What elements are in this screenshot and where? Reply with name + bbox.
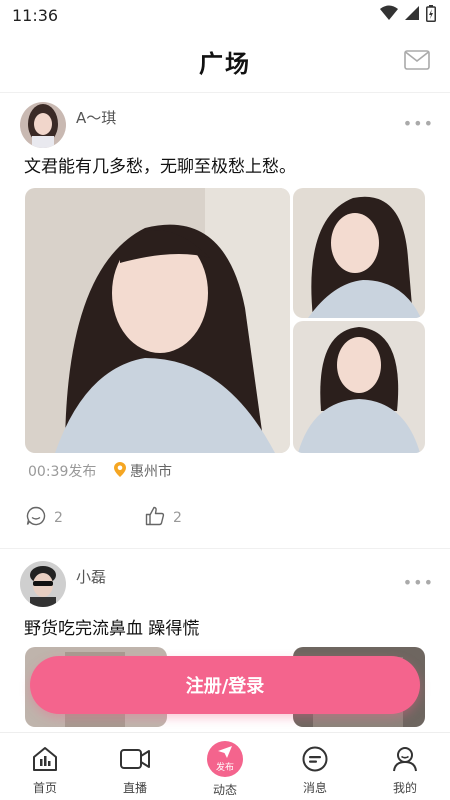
video-camera-icon (118, 743, 152, 775)
nav-label: 首页 (32, 781, 57, 795)
wifi-icon (380, 5, 398, 25)
comment-button[interactable]: 2 (26, 506, 63, 530)
post-image-bottom-right[interactable] (293, 321, 425, 453)
comment-count: 2 (54, 510, 63, 526)
like-button[interactable]: 2 (145, 506, 182, 530)
nav-label: 消息 (302, 781, 327, 795)
register-login-button[interactable]: 注册/登录 (30, 656, 420, 714)
header: 广场 (0, 30, 450, 92)
nav-item-messages[interactable]: 消息 (270, 733, 360, 800)
like-count: 2 (173, 510, 182, 526)
comment-icon (26, 506, 46, 530)
bottom-nav: 首页 直播 发布 动态 消息 我的 (0, 732, 450, 800)
home-icon (28, 743, 62, 775)
avatar[interactable] (20, 561, 66, 607)
publish-badge: 发布 (215, 763, 234, 773)
location-label: 惠州市 (130, 464, 172, 480)
post-location[interactable]: 惠州市 (114, 461, 172, 481)
nav-label: 直播 (122, 781, 147, 795)
username[interactable]: A～琪 (76, 107, 116, 128)
post-card[interactable]: A～琪 ••• 文君能有几多愁，无聊至极愁上愁。 00:39发布 惠州市 2 2 (0, 92, 450, 532)
status-icons (380, 4, 436, 26)
status-bar: 11:36 (0, 0, 450, 30)
status-time: 11:36 (12, 5, 59, 25)
message-icon (298, 743, 332, 775)
post-text: 文君能有几多愁，无聊至极愁上愁。 (24, 157, 296, 177)
mail-icon[interactable] (404, 50, 430, 70)
battery-icon (426, 4, 436, 26)
post-image-main[interactable] (25, 188, 290, 453)
post-divider (0, 548, 450, 549)
publish-icon: 发布 (207, 741, 243, 777)
profile-icon (388, 743, 422, 775)
page-title: 广场 (199, 49, 251, 78)
username[interactable]: 小磊 (76, 566, 106, 587)
post-text: 野货吃完流鼻血 躁得慌 (24, 619, 200, 639)
location-pin-icon (114, 461, 126, 481)
nav-item-profile[interactable]: 我的 (360, 733, 450, 800)
post-time: 00:39发布 (28, 464, 97, 480)
nav-item-feed[interactable]: 发布 动态 (180, 733, 270, 800)
more-options-icon[interactable]: ••• (403, 114, 434, 133)
avatar[interactable] (20, 102, 66, 148)
nav-item-live[interactable]: 直播 (90, 733, 180, 800)
signal-icon (404, 5, 420, 25)
more-options-icon[interactable]: ••• (403, 573, 434, 592)
nav-label: 我的 (392, 781, 417, 795)
post-image-top-right[interactable] (293, 188, 425, 318)
nav-item-home[interactable]: 首页 (0, 733, 90, 800)
thumbs-up-icon (145, 506, 165, 530)
nav-label: 动态 (212, 783, 237, 797)
